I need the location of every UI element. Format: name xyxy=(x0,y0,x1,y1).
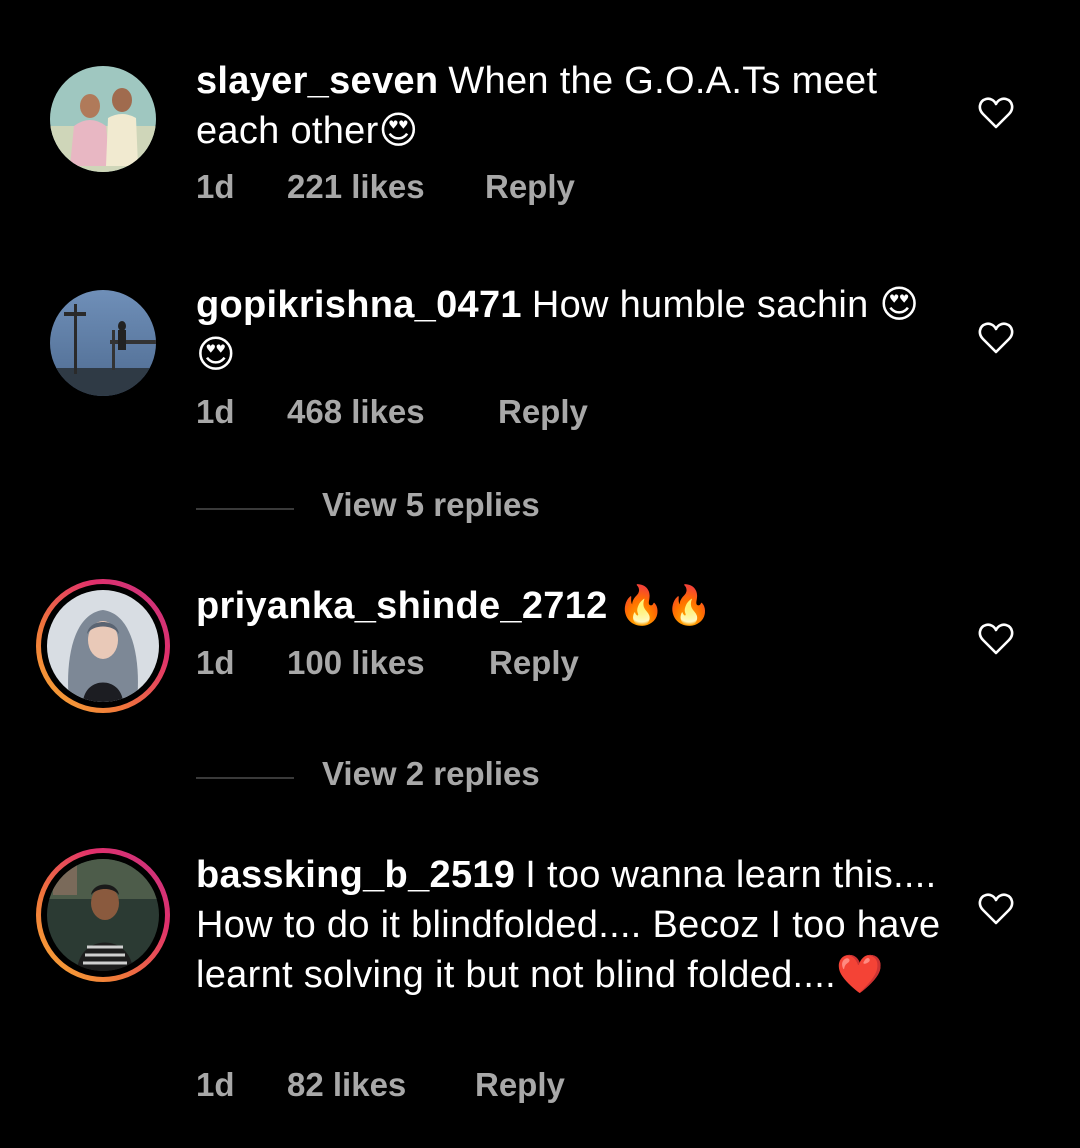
comment-username[interactable]: bassking_b_2519 xyxy=(196,854,515,896)
view-replies-button[interactable]: View 2 replies xyxy=(196,755,696,799)
heart-outline-icon[interactable] xyxy=(978,96,1014,130)
comment-username[interactable]: gopikrishna_0471 xyxy=(196,284,522,326)
comment-time: 1d xyxy=(196,168,235,205)
reply-button[interactable]: Reply xyxy=(475,1066,565,1104)
avatar[interactable] xyxy=(50,66,156,172)
comment-username[interactable]: slayer_seven xyxy=(196,60,438,102)
heart-outline-icon[interactable] xyxy=(978,622,1014,656)
comment-text: 🔥🔥 xyxy=(617,585,713,627)
reply-button[interactable]: Reply xyxy=(489,644,579,682)
avatar[interactable] xyxy=(50,290,156,396)
avatar[interactable] xyxy=(36,848,170,982)
comment-time: 1d xyxy=(196,393,235,430)
reply-button[interactable]: Reply xyxy=(498,393,588,431)
comment-body: slayer_seven When the G.O.A.Ts meet each … xyxy=(196,56,946,156)
avatar-image xyxy=(47,590,159,702)
comment-likes[interactable]: 82 likes xyxy=(287,1066,406,1104)
view-replies-label[interactable]: View 5 replies xyxy=(322,486,540,524)
comment-body: priyanka_shinde_2712 🔥🔥 xyxy=(196,581,946,631)
comment-likes[interactable]: 468 likes xyxy=(287,393,425,431)
comment-body: gopikrishna_0471 How humble sachin 😍😍 xyxy=(196,280,946,380)
replies-divider xyxy=(196,508,294,510)
comment-likes[interactable]: 100 likes xyxy=(287,644,425,682)
comment-time: 1d xyxy=(196,644,235,681)
view-replies-button[interactable]: View 5 replies xyxy=(196,486,696,530)
reply-button[interactable]: Reply xyxy=(485,168,575,206)
heart-outline-icon[interactable] xyxy=(978,321,1014,355)
avatar[interactable] xyxy=(36,579,170,713)
view-replies-label[interactable]: View 2 replies xyxy=(322,755,540,793)
comment-likes[interactable]: 221 likes xyxy=(287,168,425,206)
comment-username[interactable]: priyanka_shinde_2712 xyxy=(196,585,608,627)
heart-outline-icon[interactable] xyxy=(978,892,1014,926)
comment-body: bassking_b_2519 I too wanna learn this...… xyxy=(196,850,946,1000)
avatar-image xyxy=(47,859,159,971)
replies-divider xyxy=(196,777,294,779)
comment-time: 1d xyxy=(196,1066,235,1103)
